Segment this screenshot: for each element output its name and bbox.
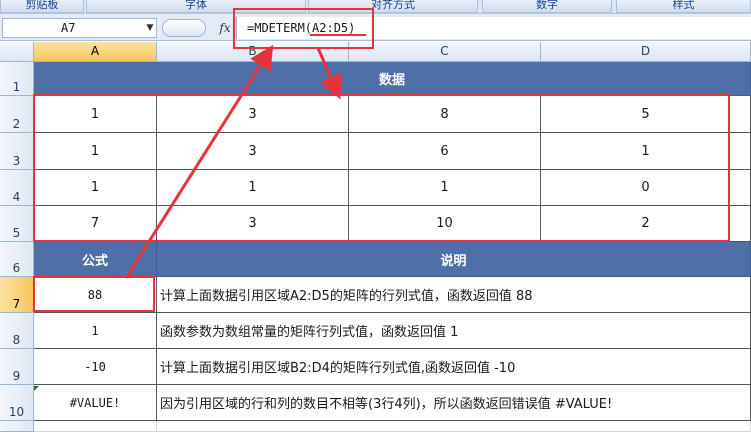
annotation-arrows xyxy=(124,34,366,279)
arrow-formula-to-data xyxy=(316,47,342,100)
arrow-result-to-formula xyxy=(124,44,274,279)
